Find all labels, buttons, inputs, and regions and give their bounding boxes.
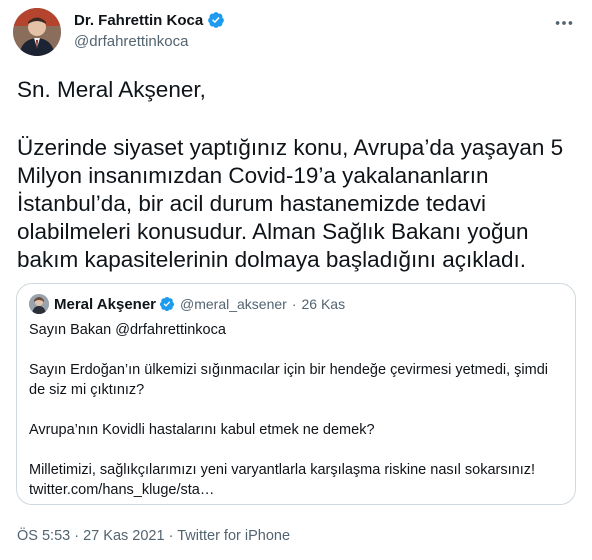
quoted-separator: · (291, 296, 297, 312)
tweet-footer: ÖS 5:53 · 27 Kas 2021 · Twitter for iPho… (17, 528, 290, 544)
quoted-date: 26 Kas (301, 296, 346, 312)
tweet-time[interactable]: ÖS 5:53 (17, 528, 70, 544)
tweet-date[interactable]: 27 Kas 2021 (83, 528, 164, 544)
quoted-tweet-text: Sayın Bakan @drfahrettinkoca Sayın Erdoğ… (29, 320, 565, 500)
footer-separator: · (74, 528, 80, 544)
quoted-tweet-header: Meral Akşener @meral_aksener · 26 Kas (29, 294, 345, 314)
quoted-link: twitter.com/hans_kluge/sta… (29, 482, 215, 498)
author-avatar-image (13, 8, 61, 56)
quoted-tweet[interactable]: Meral Akşener @meral_aksener · 26 Kas Sa… (16, 283, 576, 505)
author-handle[interactable]: @drfahrettinkoca (74, 33, 225, 50)
quoted-author-name: Meral Akşener (54, 295, 156, 313)
tweet-paragraph: Üzerinde siyaset yaptığınız konu, Avrupa… (17, 135, 564, 272)
quoted-author-avatar (29, 294, 49, 314)
tweet-header: Dr. Fahrettin Koca @drfahrettinkoca (13, 6, 579, 64)
quoted-line-2: Sayın Erdoğan’ın ülkemizi sığınmacılar i… (29, 362, 548, 398)
author-names: Dr. Fahrettin Koca @drfahrettinkoca (74, 11, 225, 50)
tweet-greeting: Sn. Meral Akşener, (17, 77, 206, 102)
author-avatar[interactable] (13, 8, 61, 56)
quoted-line-3: Avrupa’nın Kovidli hastalarını kabul etm… (29, 422, 375, 438)
tweet-body: Sn. Meral Akşener, Üzerinde siyaset yapt… (17, 76, 577, 274)
tweet-source[interactable]: Twitter for iPhone (177, 528, 290, 544)
author-name[interactable]: Dr. Fahrettin Koca (74, 12, 203, 29)
verified-badge-icon (208, 12, 225, 28)
more-options-icon[interactable] (553, 12, 575, 34)
quoted-author-handle: @meral_aksener (180, 296, 287, 312)
quoted-line-4: Milletimizi, sağlıkçılarımızı yeni varya… (29, 462, 536, 478)
quoted-author-avatar-image (29, 294, 49, 314)
tweet-card: Dr. Fahrettin Koca @drfahrettinkoca Sn. … (0, 0, 592, 560)
quoted-line-1: Sayın Bakan @drfahrettinkoca (29, 322, 226, 338)
footer-separator: · (168, 528, 174, 544)
verified-badge-icon (160, 297, 174, 311)
